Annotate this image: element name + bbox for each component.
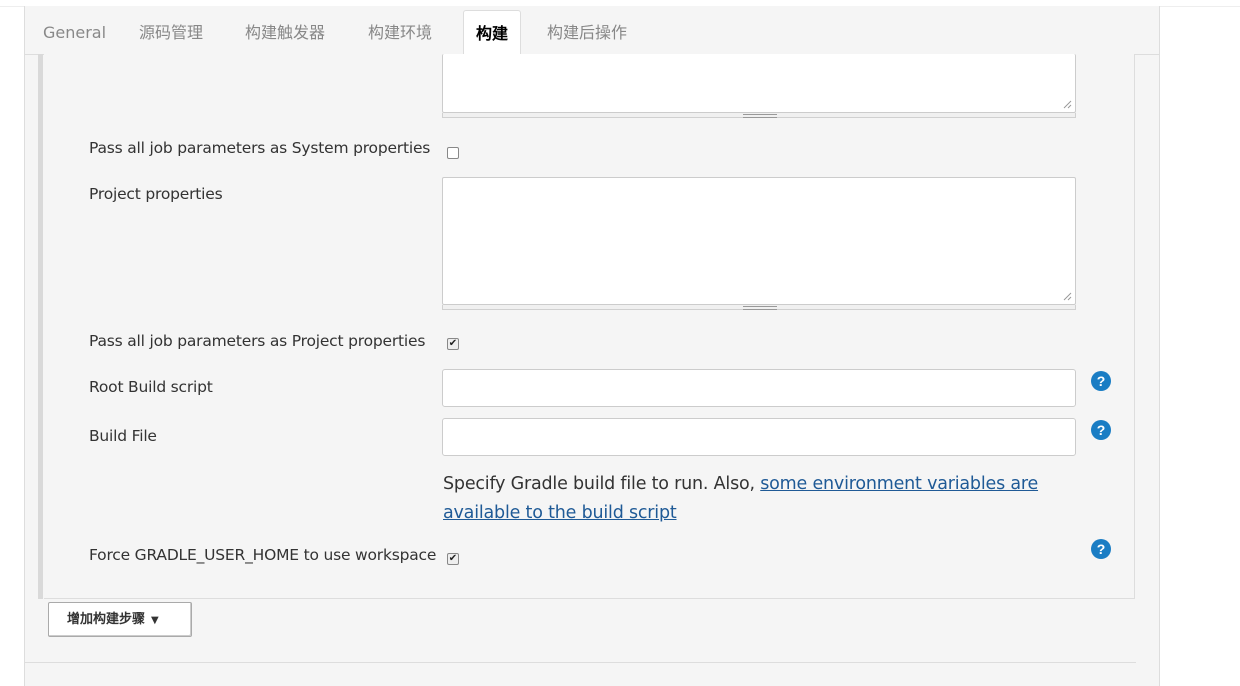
tab-general[interactable]: General	[35, 17, 114, 54]
project-properties-textarea[interactable]	[442, 177, 1076, 305]
project-properties-label: Project properties	[89, 185, 223, 203]
help-icon[interactable]: ?	[1091, 420, 1111, 440]
tab-scm[interactable]: 源码管理	[131, 17, 211, 54]
tab-build-env[interactable]: 构建环境	[360, 17, 440, 54]
help-icon[interactable]: ?	[1091, 371, 1111, 391]
pass-system-props-label: Pass all job parameters as System proper…	[89, 139, 431, 157]
section-divider	[24, 662, 1136, 663]
tab-bar: General 源码管理 构建触发器 构建环境 构建 构建后操作	[25, 6, 1159, 55]
build-file-description: Specify Gradle build file to run. Also, …	[443, 470, 1083, 528]
pass-project-props-checkbox[interactable]: ✔	[447, 338, 459, 350]
help-icon[interactable]: ?	[1091, 539, 1111, 559]
caret-down-icon: ▼	[151, 615, 159, 626]
force-gradle-home-label: Force GRADLE_USER_HOME to use workspace	[89, 546, 437, 564]
build-file-label: Build File	[89, 427, 157, 445]
add-build-step-label: 增加构建步骤	[67, 612, 146, 627]
textarea-drag-handle[interactable]	[442, 113, 1076, 118]
root-build-script-label: Root Build script	[89, 378, 213, 396]
pass-system-props-checkbox[interactable]	[447, 147, 459, 159]
build-file-input[interactable]	[442, 418, 1076, 456]
resize-grip-icon[interactable]	[1063, 100, 1072, 109]
force-gradle-home-checkbox[interactable]: ✔	[447, 553, 459, 565]
root-build-script-input[interactable]	[442, 369, 1076, 407]
build-file-desc-text: Specify Gradle build file to run. Also,	[443, 474, 761, 494]
textarea-drag-handle[interactable]	[442, 305, 1076, 310]
resize-grip-icon[interactable]	[1063, 292, 1072, 301]
section-indent-bar	[38, 54, 43, 599]
tab-build[interactable]: 构建	[463, 10, 522, 55]
pass-project-props-label: Pass all job parameters as Project prope…	[89, 332, 426, 350]
top-textarea[interactable]	[442, 54, 1076, 113]
tab-triggers[interactable]: 构建触发器	[237, 17, 333, 54]
add-build-step-button[interactable]: 增加构建步骤 ▼	[48, 602, 192, 637]
tab-post-build[interactable]: 构建后操作	[539, 17, 635, 54]
